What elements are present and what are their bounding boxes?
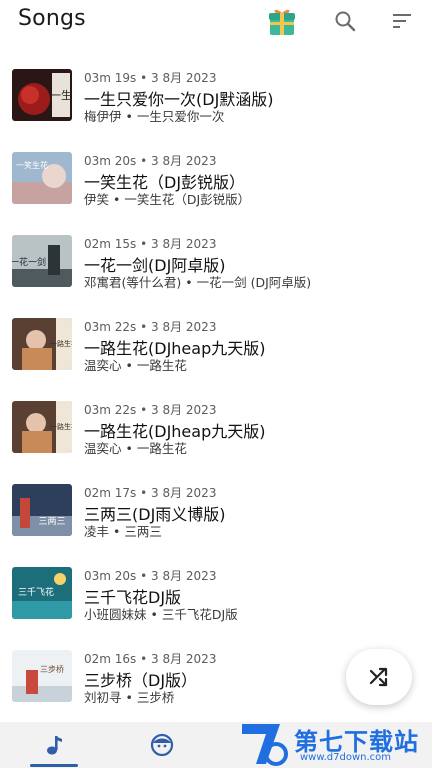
song-album: 三千飞花DJ版 <box>161 607 238 622</box>
gift-icon[interactable] <box>265 4 299 38</box>
cover-text: 一花一剑 <box>12 256 46 268</box>
song-album: 一路生花 <box>136 441 187 456</box>
song-artist: 凌丰 <box>84 524 110 539</box>
song-duration: 03m 20s <box>84 154 137 168</box>
song-date: 3 8月 2023 <box>151 154 217 168</box>
song-meta: 03m 20s • 3 8月 2023 <box>84 569 217 583</box>
song-artist: 伊笑 <box>84 192 110 207</box>
artist-face-icon <box>150 733 174 757</box>
song-meta: 02m 17s • 3 8月 2023 <box>84 486 217 500</box>
page-title: Songs <box>18 6 86 31</box>
song-row[interactable]: 一生 03m 19s • 3 8月 2023 一生只爱你一次(DJ默涵版) 梅伊… <box>0 53 432 136</box>
song-album: 一生只爱你一次 <box>136 109 225 124</box>
song-duration: 03m 20s <box>84 569 137 583</box>
song-row[interactable]: 三千飞花 03m 20s • 3 8月 2023 三千飞花DJ版 小班圆妹妹 •… <box>0 551 432 634</box>
album-cover: 一笑生花 <box>12 152 72 204</box>
song-artist: 刘初寻 <box>84 690 122 705</box>
album-cover: 三千飞花 <box>12 567 72 619</box>
song-date: 3 8月 2023 <box>151 652 217 666</box>
song-artist-album: 凌丰 • 三两三 <box>84 524 162 539</box>
nav-artists[interactable] <box>138 722 186 768</box>
cover-text: 一路生花 <box>50 339 72 348</box>
album-cover: 一生 <box>12 69 72 121</box>
cover-text: 一生 <box>50 88 72 102</box>
album-cover: 一路生花 <box>12 318 72 370</box>
watermark-url: www.d7down.com <box>300 752 392 763</box>
song-artist-album: 温奕心 • 一路生花 <box>84 441 187 456</box>
song-meta: 02m 16s • 3 8月 2023 <box>84 652 217 666</box>
shuffle-button[interactable] <box>346 649 412 705</box>
watermark-logo-icon <box>242 724 288 766</box>
song-duration: 02m 15s <box>84 237 137 251</box>
album-cover: 三步桥 <box>12 650 72 702</box>
song-meta: 03m 19s • 3 8月 2023 <box>84 71 217 85</box>
cover-text: 三千飞花 <box>18 586 54 598</box>
cover-text: 一笑生花 <box>16 160 48 170</box>
song-duration: 03m 22s <box>84 320 137 334</box>
cover-text: 三两三 <box>38 516 65 527</box>
album-cover: 一花一剑 <box>12 235 72 287</box>
top-app-bar: Songs <box>0 0 432 44</box>
song-date: 3 8月 2023 <box>151 569 217 583</box>
song-artist-album: 温奕心 • 一路生花 <box>84 358 187 373</box>
search-icon[interactable] <box>328 4 362 38</box>
song-row[interactable]: 一路生花 03m 22s • 3 8月 2023 一路生花(DJheap九天版)… <box>0 385 432 468</box>
song-artist: 梅伊伊 <box>84 109 122 124</box>
song-meta: 03m 20s • 3 8月 2023 <box>84 154 217 168</box>
song-artist: 温奕心 <box>84 441 122 456</box>
song-album: 一路生花 <box>136 358 187 373</box>
song-artist-album: 小班圆妹妹 • 三千飞花DJ版 <box>84 607 238 622</box>
song-date: 3 8月 2023 <box>151 71 217 85</box>
song-duration: 02m 17s <box>84 486 137 500</box>
song-artist: 小班圆妹妹 <box>84 607 147 622</box>
song-album: 一花一剑 (DJ阿卓版) <box>196 275 312 290</box>
sort-icon[interactable] <box>385 4 419 38</box>
song-date: 3 8月 2023 <box>151 403 217 417</box>
album-cover: 三两三 <box>12 484 72 536</box>
album-cover: 一路生花 <box>12 401 72 453</box>
song-duration: 02m 16s <box>84 652 137 666</box>
song-artist-album: 刘初寻 • 三步桥 <box>84 690 175 705</box>
song-row[interactable]: 一路生花 03m 22s • 3 8月 2023 一路生花(DJheap九天版)… <box>0 302 432 385</box>
song-meta: 03m 22s • 3 8月 2023 <box>84 403 217 417</box>
song-meta: 02m 15s • 3 8月 2023 <box>84 237 217 251</box>
song-meta: 03m 22s • 3 8月 2023 <box>84 320 217 334</box>
song-artist: 邓寓君(等什么君) <box>84 275 182 290</box>
cover-text: 三步桥 <box>40 664 64 674</box>
song-artist: 温奕心 <box>84 358 122 373</box>
cover-text: 一路生花 <box>50 422 72 431</box>
song-row[interactable]: 三两三 02m 17s • 3 8月 2023 三两三(DJ雨义博版) 凌丰 •… <box>0 468 432 551</box>
shuffle-icon <box>369 667 388 687</box>
song-artist-album: 梅伊伊 • 一生只爱你一次 <box>84 109 225 124</box>
song-album: 三步桥 <box>136 690 175 705</box>
music-note-icon <box>47 736 62 755</box>
song-row[interactable]: 一花一剑 02m 15s • 3 8月 2023 一花一剑(DJ阿卓版) 邓寓君… <box>0 219 432 302</box>
song-date: 3 8月 2023 <box>151 237 217 251</box>
active-tab-indicator <box>30 764 78 767</box>
song-duration: 03m 19s <box>84 71 137 85</box>
song-artist-album: 邓寓君(等什么君) • 一花一剑 (DJ阿卓版) <box>84 275 312 290</box>
song-album: 一笑生花（DJ彭锐版） <box>124 192 251 207</box>
song-album: 三两三 <box>124 524 162 539</box>
song-artist-album: 伊笑 • 一笑生花（DJ彭锐版） <box>84 192 251 207</box>
song-date: 3 8月 2023 <box>151 486 217 500</box>
song-row[interactable]: 一笑生花 03m 20s • 3 8月 2023 一笑生花（DJ彭锐版） 伊笑 … <box>0 136 432 219</box>
song-date: 3 8月 2023 <box>151 320 217 334</box>
nav-songs[interactable] <box>30 722 78 768</box>
watermark: 第七下载站 www.d7down.com <box>236 718 432 768</box>
song-duration: 03m 22s <box>84 403 137 417</box>
